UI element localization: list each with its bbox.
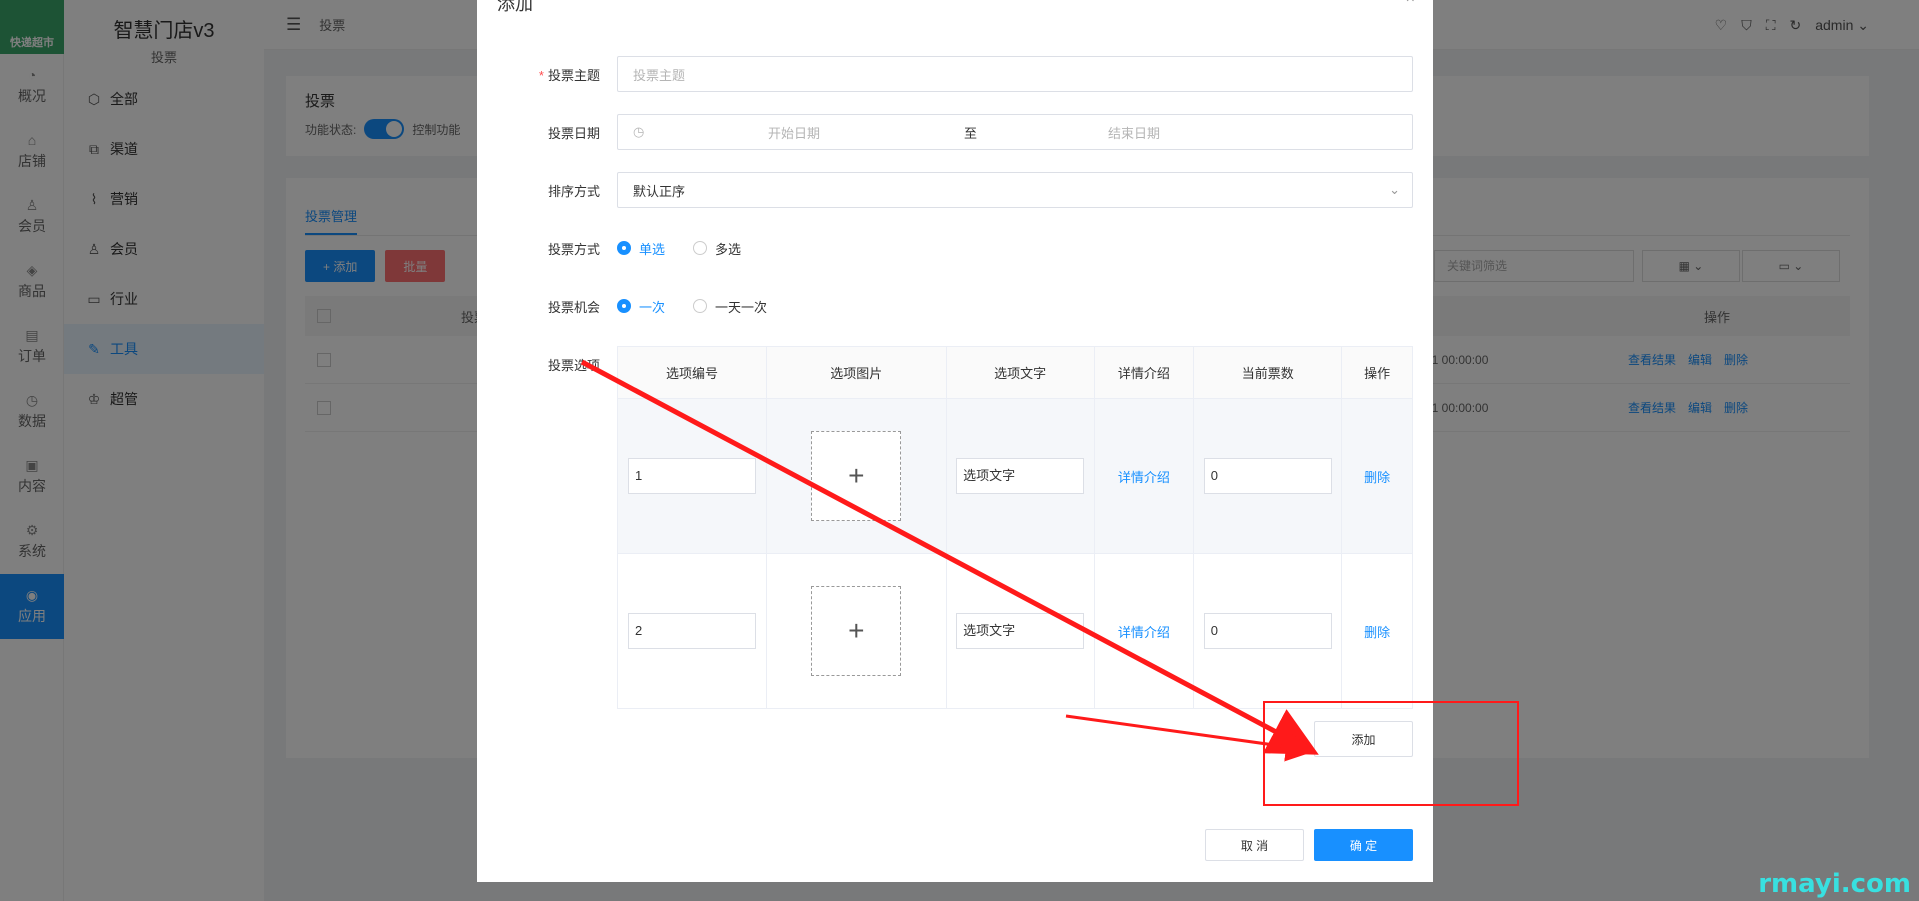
col-option-text: 选项文字 xyxy=(946,346,1095,399)
option-text-input[interactable]: 选项文字 xyxy=(956,613,1085,649)
option-no-input[interactable]: 1 xyxy=(627,458,756,494)
mode-label: 投票方式 xyxy=(547,241,600,257)
dialog-title: 添加 xyxy=(497,0,533,14)
delete-option-link[interactable]: 删除 xyxy=(1364,625,1390,640)
date-range-picker[interactable]: ◷ 开始日期 至 结束日期 xyxy=(617,114,1413,150)
radio-label: 一次 xyxy=(639,299,666,315)
clock-icon: ◷ xyxy=(633,124,645,139)
radio-dot xyxy=(617,241,631,255)
option-no-input[interactable]: 2 xyxy=(627,613,756,649)
topic-placeholder: 投票主题 xyxy=(633,67,686,83)
col-option-no: 选项编号 xyxy=(617,346,767,399)
options-table-header: 选项编号 选项图片 选项文字 详情介绍 当前票数 操作 xyxy=(617,346,1413,399)
votes-input[interactable]: 0 xyxy=(1203,613,1332,649)
radio-label: 单选 xyxy=(639,241,666,257)
sort-select[interactable]: 默认正序 ⌄ xyxy=(617,172,1413,208)
col-votes: 当前票数 xyxy=(1193,346,1343,399)
start-date-input[interactable]: 开始日期 xyxy=(768,123,820,142)
chance-once-radio[interactable]: 一次 xyxy=(617,297,665,316)
options-label: 投票选项 xyxy=(547,357,600,373)
options-table: 选项编号 选项图片 选项文字 详情介绍 当前票数 操作 1 + 选项文字 详情介… xyxy=(617,346,1413,709)
chevron-down-icon: ⌄ xyxy=(1389,182,1400,197)
date-row: 投票日期 ◷ 开始日期 至 结束日期 xyxy=(477,114,1433,150)
mode-multi-radio[interactable]: 多选 xyxy=(693,239,741,258)
close-icon[interactable]: × xyxy=(1406,0,1415,8)
date-label: 投票日期 xyxy=(547,125,600,141)
plus-icon: + xyxy=(848,615,865,646)
image-upload-button[interactable]: + xyxy=(811,586,902,676)
detail-link[interactable]: 详情介绍 xyxy=(1118,470,1170,485)
mode-radio-group: 单选 多选 xyxy=(617,239,769,258)
required-mark: * xyxy=(538,67,544,83)
watermark: rmayi.com xyxy=(1758,869,1911,899)
plus-icon: + xyxy=(848,460,865,491)
detail-link[interactable]: 详情介绍 xyxy=(1118,625,1170,640)
col-ops: 操作 xyxy=(1341,346,1413,399)
cancel-button[interactable]: 取 消 xyxy=(1205,829,1304,861)
chance-radio-group: 一次 一天一次 xyxy=(617,297,795,316)
radio-dot xyxy=(617,299,631,313)
mode-row: 投票方式 单选 多选 xyxy=(477,230,1433,266)
option-text-input[interactable]: 选项文字 xyxy=(956,458,1085,494)
radio-dot xyxy=(693,241,708,255)
sort-row: 排序方式 默认正序 ⌄ xyxy=(477,172,1433,208)
table-row: 2 + 选项文字 详情介绍 0 删除 xyxy=(617,553,1413,709)
topic-input[interactable]: 投票主题 xyxy=(617,56,1413,92)
chance-daily-radio[interactable]: 一天一次 xyxy=(693,297,767,316)
sort-label: 排序方式 xyxy=(547,183,600,199)
chance-label: 投票机会 xyxy=(547,299,600,315)
col-option-image: 选项图片 xyxy=(766,346,947,399)
end-date-input[interactable]: 结束日期 xyxy=(1108,123,1160,142)
table-row: 1 + 选项文字 详情介绍 0 删除 xyxy=(617,398,1413,554)
radio-label: 一天一次 xyxy=(715,299,768,315)
date-separator: 至 xyxy=(964,125,978,141)
topic-label-text: 投票主题 xyxy=(547,67,600,83)
col-detail: 详情介绍 xyxy=(1094,346,1195,399)
chance-row: 投票机会 一次 一天一次 xyxy=(477,288,1433,324)
confirm-button[interactable]: 确 定 xyxy=(1314,829,1413,861)
sort-value: 默认正序 xyxy=(633,183,686,199)
delete-option-link[interactable]: 删除 xyxy=(1364,470,1390,485)
topic-label: * 投票主题 xyxy=(477,65,608,84)
topic-row: * 投票主题 投票主题 xyxy=(477,56,1433,92)
add-vote-dialog: 添加 × *投票主题 投票主题 投票日期 ◷ 开始日期 至 结束日期 排序方式 … xyxy=(477,0,1433,882)
image-upload-button[interactable]: + xyxy=(811,431,902,521)
radio-label: 多选 xyxy=(715,241,742,257)
votes-input[interactable]: 0 xyxy=(1203,458,1332,494)
mode-single-radio[interactable]: 单选 xyxy=(617,239,665,258)
add-option-button[interactable]: 添加 xyxy=(1314,721,1413,757)
radio-dot xyxy=(693,299,708,313)
